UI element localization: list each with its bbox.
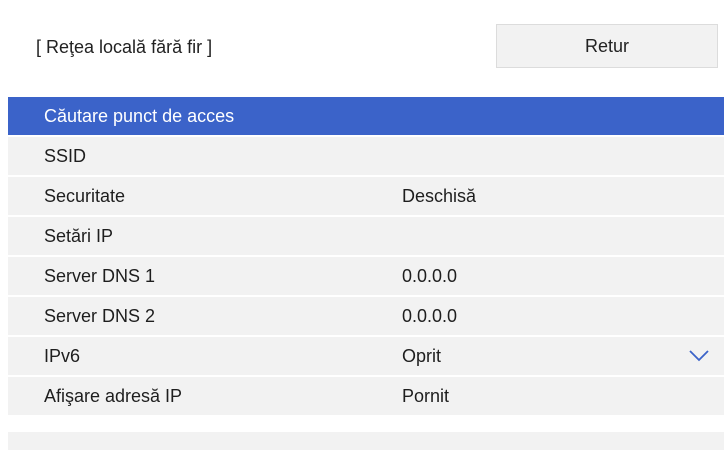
menu-item-ipv6[interactable]: IPv6 Oprit	[8, 337, 724, 377]
menu-item-label: Securitate	[44, 186, 126, 206]
back-button[interactable]: Retur	[496, 24, 718, 68]
menu-item-label: Server DNS 1	[44, 266, 156, 286]
menu-item-ip-settings[interactable]: Setări IP	[8, 217, 724, 257]
menu-item-ssid[interactable]: SSID	[8, 137, 724, 177]
menu-item-dns-server-1[interactable]: Server DNS 1 0.0.0.0	[8, 257, 724, 297]
page-title: [ Reţea locală fără fir ]	[36, 37, 213, 57]
menu-item-value: 0.0.0.0	[402, 266, 458, 286]
menu-item-value: Oprit	[402, 346, 442, 366]
menu-item-label: IPv6	[44, 346, 81, 366]
menu-continuation-strip	[8, 432, 724, 450]
wireless-lan-settings-screen: [ Reţea locală fără fir ] Retur Căutare …	[8, 0, 724, 450]
chevron-down-icon[interactable]	[688, 349, 710, 363]
menu-item-display-ip-address[interactable]: Afişare adresă IP Pornit	[8, 377, 724, 417]
menu-item-label: Server DNS 2	[44, 306, 156, 326]
menu-item-search-access-point[interactable]: Căutare punct de acces	[8, 97, 724, 137]
menu-item-label: Căutare punct de acces	[44, 106, 235, 126]
menu-item-value: Pornit	[402, 386, 450, 406]
menu-item-value: 0.0.0.0	[402, 306, 458, 326]
settings-menu: Căutare punct de acces SSID Securitate D…	[8, 97, 724, 417]
menu-item-dns-server-2[interactable]: Server DNS 2 0.0.0.0	[8, 297, 724, 337]
menu-item-label: SSID	[44, 146, 87, 166]
menu-item-security[interactable]: Securitate Deschisă	[8, 177, 724, 217]
menu-item-label: Afişare adresă IP	[44, 386, 183, 406]
menu-item-label: Setări IP	[44, 226, 114, 246]
menu-item-value: Deschisă	[402, 186, 477, 206]
